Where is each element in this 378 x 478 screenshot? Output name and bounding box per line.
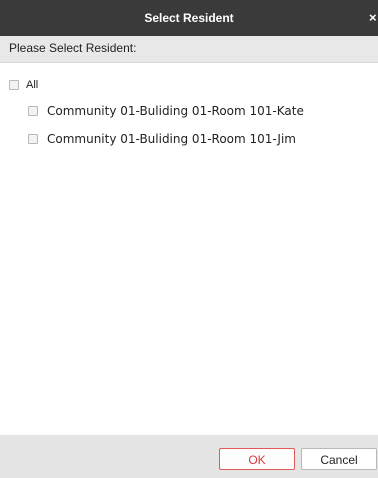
ok-button[interactable]: OK — [219, 448, 295, 470]
dialog-title: Select Resident — [144, 11, 234, 25]
tree-item-label: Community 01-Buliding 01-Room 101-Jim — [47, 132, 296, 146]
dialog-titlebar: Select Resident × — [0, 0, 378, 36]
tree-item-resident[interactable]: Community 01-Buliding 01-Room 101-Jim — [0, 129, 370, 149]
tree-item-resident[interactable]: Community 01-Buliding 01-Room 101-Kate — [0, 101, 370, 121]
tree-item-all[interactable]: All — [0, 75, 200, 95]
cancel-button[interactable]: Cancel — [301, 448, 377, 470]
select-all-checkbox[interactable] — [9, 80, 19, 90]
close-icon[interactable]: × — [369, 0, 378, 36]
tree-item-label: Community 01-Buliding 01-Room 101-Kate — [47, 104, 304, 118]
resident-checkbox[interactable] — [28, 134, 38, 144]
dialog-footer: OK Cancel — [0, 435, 378, 478]
prompt-label: Please Select Resident: — [9, 41, 137, 55]
resident-tree: All Community 01-Buliding 01-Room 101-Ka… — [0, 63, 378, 435]
tree-item-label: All — [26, 79, 39, 91]
prompt-bar: Please Select Resident: — [0, 36, 378, 63]
resident-checkbox[interactable] — [28, 106, 38, 116]
select-resident-dialog: Select Resident × Please Select Resident… — [0, 0, 378, 478]
